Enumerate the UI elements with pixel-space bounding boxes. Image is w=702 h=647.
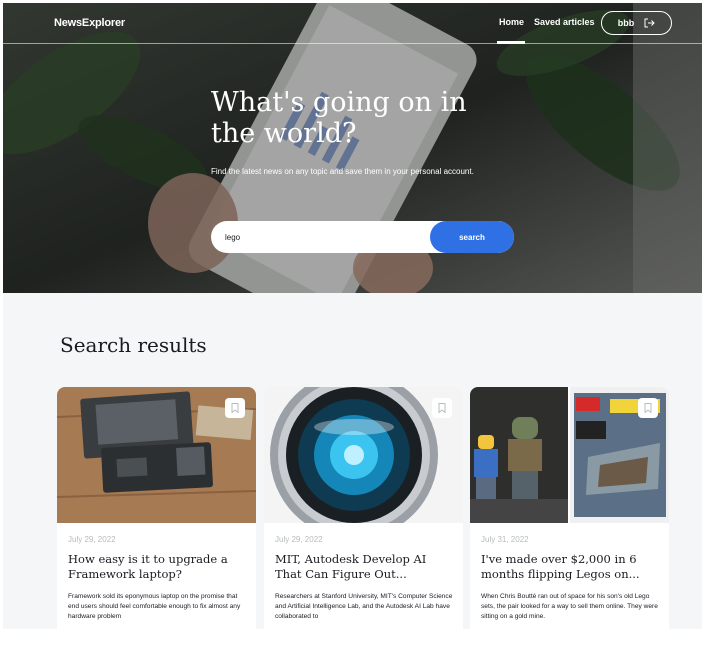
user-logout-button[interactable]: bbb	[601, 11, 672, 35]
search-form: search	[211, 221, 514, 253]
nav-home-link[interactable]: Home	[499, 17, 524, 27]
card-text: Researchers at Stanford University, MIT'…	[275, 593, 453, 620]
logout-icon	[644, 18, 655, 28]
news-card[interactable]: July 31, 2022 I've made over $2,000 in 6…	[470, 387, 669, 647]
hero-subtitle: Find the latest news on any topic and sa…	[211, 167, 474, 176]
card-title: I've made over $2,000 in 6 months flippi…	[481, 552, 640, 581]
bookmark-icon	[438, 403, 446, 413]
news-card[interactable]: July 29, 2022 How easy is it to upgrade …	[57, 387, 256, 647]
hero-section: NewsExplorer Home Saved articles bbb Wha…	[3, 3, 702, 293]
site-logo[interactable]: NewsExplorer	[54, 17, 125, 29]
search-results-section: Search results July 29, 2022 How easy is…	[3, 293, 702, 647]
search-button[interactable]: search	[430, 221, 514, 253]
card-date: July 29, 2022	[275, 535, 323, 544]
card-text: When Chris Boutté ran out of space for h…	[481, 593, 658, 620]
news-card[interactable]: July 29, 2022 MIT, Autodesk Develop AI T…	[264, 387, 463, 647]
card-title: MIT, Autodesk Develop AI That Can Figure…	[275, 552, 427, 581]
save-article-button[interactable]	[638, 398, 658, 418]
nav-saved-articles-link[interactable]: Saved articles	[534, 17, 595, 27]
results-title: Search results	[60, 333, 207, 357]
save-article-button[interactable]	[432, 398, 452, 418]
site-header: NewsExplorer Home Saved articles bbb	[3, 3, 702, 44]
user-name: bbb	[617, 18, 635, 28]
save-article-button[interactable]	[225, 398, 245, 418]
nav-active-indicator	[497, 41, 525, 44]
search-input[interactable]	[211, 221, 441, 253]
hero-title: What's going on in the world?	[211, 87, 467, 149]
card-date: July 29, 2022	[68, 535, 116, 544]
bookmark-icon	[231, 403, 239, 413]
card-title: How easy is it to upgrade a Framework la…	[68, 552, 228, 581]
bookmark-icon	[644, 403, 652, 413]
card-text: Framework sold its eponymous laptop on t…	[68, 593, 241, 620]
card-date: July 31, 2022	[481, 535, 529, 544]
